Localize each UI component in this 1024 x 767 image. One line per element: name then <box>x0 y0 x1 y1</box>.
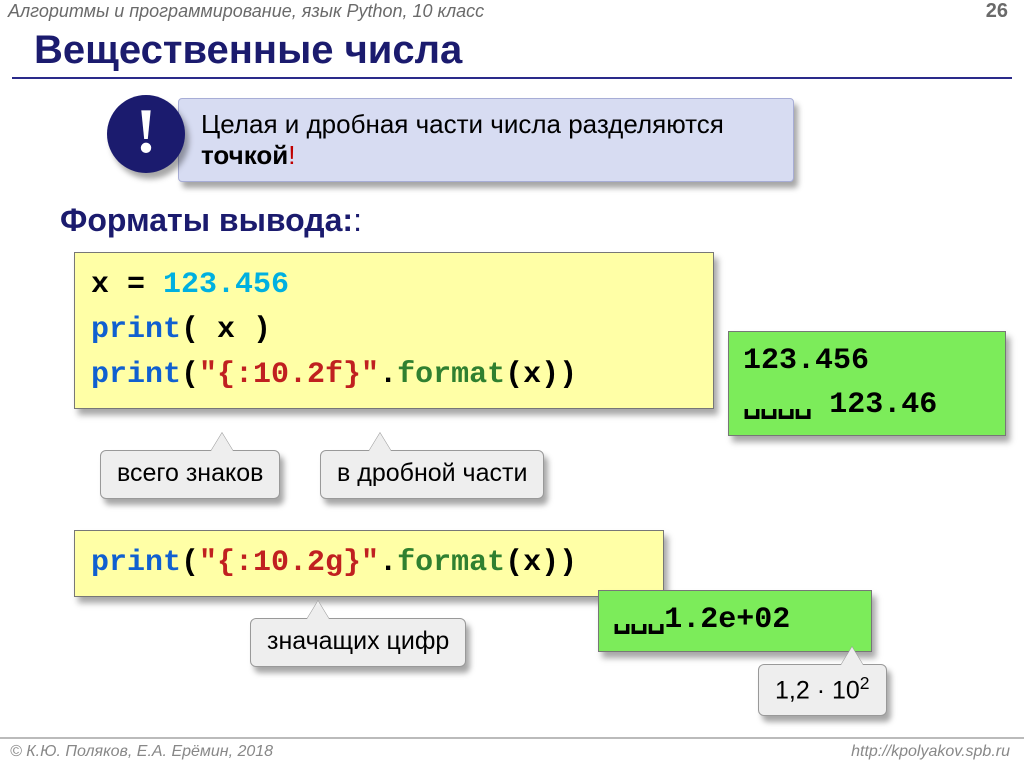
output-block-1: 123.456 ␣␣␣␣ 123.46 <box>728 331 1006 436</box>
output-block-2: ␣␣␣1.2e+02 <box>598 590 872 652</box>
important-callout: ! Целая и дробная части числа разделяютс… <box>110 98 794 182</box>
exclamation-icon: ! <box>107 95 185 173</box>
hint-scientific: 1,2 · 102 <box>758 664 887 716</box>
hint-fractional: в дробной части <box>320 450 544 499</box>
callout-exclamation: ! <box>288 140 295 170</box>
callout-box: Целая и дробная части числа разделяются … <box>178 98 794 182</box>
code-block-1: x = 123.456 print( x ) print("{:10.2f}".… <box>74 252 714 409</box>
copyright: © К.Ю. Поляков, Е.А. Ерёмин, 2018 <box>10 743 273 761</box>
footer: © К.Ю. Поляков, Е.А. Ерёмин, 2018 http:/… <box>0 737 1024 767</box>
code-block-2: print("{:10.2g}".format(x)) <box>74 530 664 597</box>
hint-significant: значащих цифр <box>250 618 466 667</box>
hint-total-chars: всего знаков <box>100 450 280 499</box>
footer-link[interactable]: http://kpolyakov.spb.ru <box>851 743 1010 761</box>
page-title: Вещественные числа <box>34 28 1024 73</box>
header-bar: Алгоритмы и программирование, язык Pytho… <box>0 0 1024 22</box>
title-rule <box>12 77 1012 79</box>
callout-emph: точкой <box>201 140 288 170</box>
breadcrumb: Алгоритмы и программирование, язык Pytho… <box>8 1 484 21</box>
section-subhead: Форматы вывода:: <box>60 202 362 239</box>
callout-text: Целая и дробная части числа разделяются <box>201 109 724 139</box>
page-number: 26 <box>986 0 1008 23</box>
